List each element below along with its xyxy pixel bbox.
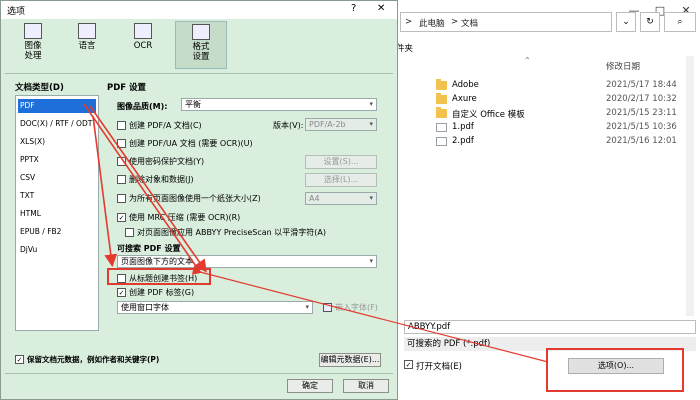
annotation-arrows [83,103,549,363]
arrow-to-bookmarks [92,115,118,268]
arrow-options-link [191,265,549,363]
arrow-from-pdf [89,105,207,273]
arrow-to-options [83,103,201,273]
